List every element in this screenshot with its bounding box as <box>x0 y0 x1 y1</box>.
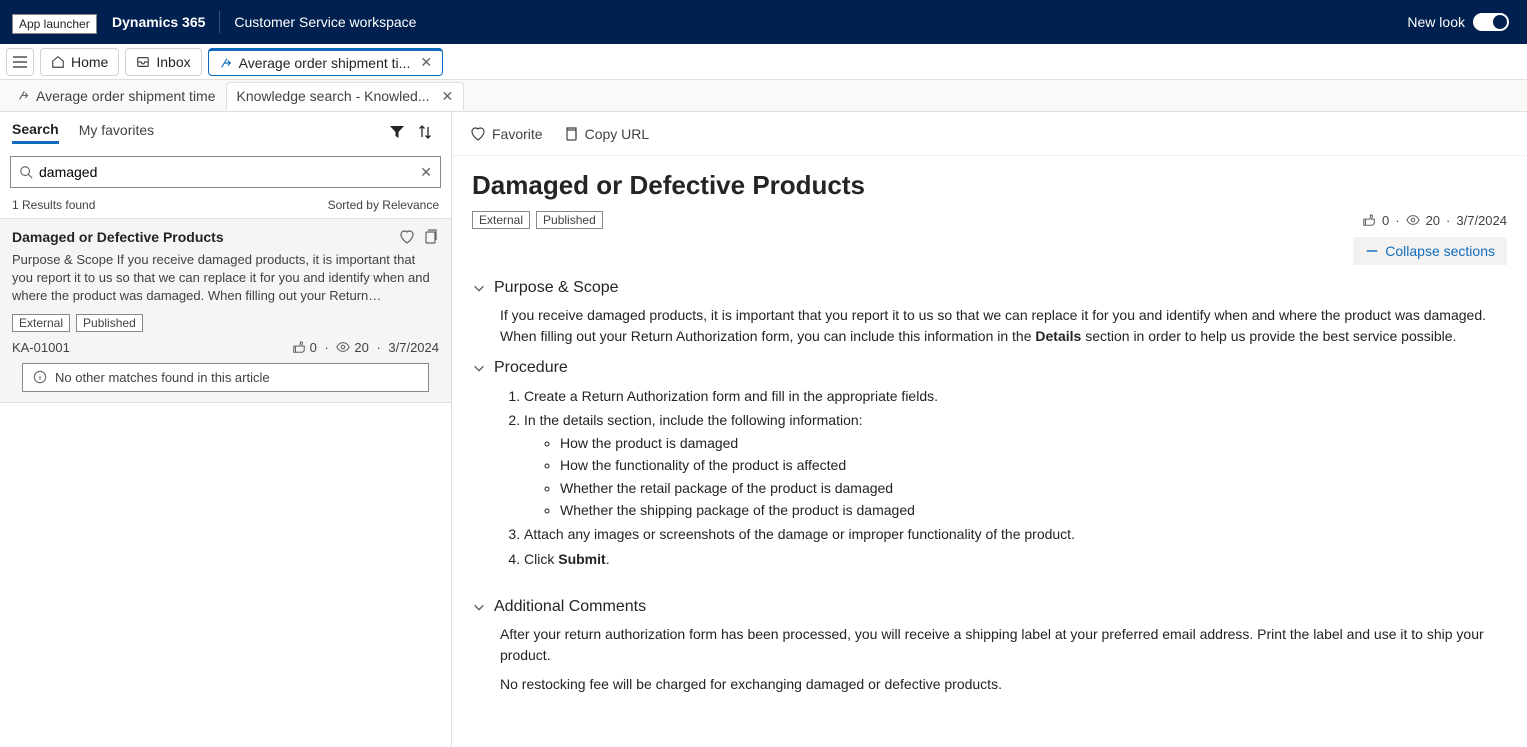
subtab-knowledge[interactable]: Knowledge search - Knowled... ✕ <box>226 82 465 110</box>
thumbs-up-icon <box>1362 213 1376 227</box>
app-launcher-tooltip: App launcher <box>12 14 97 34</box>
procedure-steps: Create a Return Authorization form and f… <box>524 385 1507 570</box>
subtab-close-button[interactable]: ✕ <box>442 88 454 105</box>
list-item: Create a Return Authorization form and f… <box>524 385 1507 407</box>
section-procedure: Procedure Create a Return Authorization … <box>472 359 1507 570</box>
copy-url-button[interactable]: Copy URL <box>563 126 650 142</box>
list-item: In the details section, include the foll… <box>524 409 1507 521</box>
section-additional: Additional Comments After your return au… <box>472 598 1507 695</box>
clear-search-button[interactable]: ✕ <box>420 164 432 181</box>
article-pane: Favorite Copy URL Damaged or Defective P… <box>452 112 1527 747</box>
hamburger-icon <box>13 56 27 68</box>
tab-case-label: Average order shipment ti... <box>239 55 411 71</box>
popout-icon[interactable] <box>423 229 439 245</box>
tab-close-button[interactable]: ✕ <box>420 54 432 71</box>
tab-home[interactable]: Home <box>40 48 119 76</box>
favorites-tab[interactable]: My favorites <box>79 122 154 142</box>
favorite-icon[interactable] <box>399 229 415 245</box>
favorite-button[interactable]: Favorite <box>470 126 543 142</box>
search-tab[interactable]: Search <box>12 121 59 144</box>
list-item: Click Submit. <box>524 548 1507 570</box>
section-additional-toggle[interactable]: Additional Comments <box>472 598 1507 616</box>
eye-icon <box>1406 213 1420 227</box>
inbox-icon <box>136 55 150 69</box>
tab-inbox[interactable]: Inbox <box>125 48 201 76</box>
list-item: Whether the shipping package of the prod… <box>560 499 1507 521</box>
result-title: Damaged or Defective Products <box>12 229 399 245</box>
workspace-label: Customer Service workspace <box>234 14 416 30</box>
section-purpose: Purpose & Scope If you receive damaged p… <box>472 279 1507 347</box>
subtab-knowledge-label: Knowledge search - Knowled... <box>237 88 430 104</box>
new-look-label: New look <box>1407 14 1465 30</box>
search-panel-tabs: Search My favorites <box>0 112 451 152</box>
search-box: ✕ <box>10 156 441 188</box>
info-icon <box>33 370 47 384</box>
home-icon <box>51 55 65 69</box>
result-snippet: Purpose & Scope If you receive damaged p… <box>12 251 439 306</box>
sort-icon <box>417 124 433 140</box>
result-id: KA-01001 <box>12 340 292 355</box>
filter-button[interactable] <box>383 118 411 146</box>
article-title: Damaged or Defective Products <box>472 170 1507 201</box>
no-other-matches: No other matches found in this article <box>22 363 429 392</box>
tab-case-active[interactable]: Average order shipment ti... ✕ <box>208 48 443 76</box>
header-divider <box>219 11 220 33</box>
section-purpose-heading: Purpose & Scope <box>494 279 619 297</box>
section-procedure-toggle[interactable]: Procedure <box>472 359 1507 377</box>
knowledge-search-panel: Search My favorites ✕ 1 Results found So… <box>0 112 452 747</box>
section-additional-p1: After your return authorization form has… <box>500 624 1507 666</box>
brand-label: Dynamics 365 <box>112 14 205 30</box>
thumbs-up-icon <box>292 340 306 354</box>
results-meta: 1 Results found Sorted by Relevance <box>0 192 451 218</box>
list-item: Whether the retail package of the produc… <box>560 477 1507 499</box>
global-header: App launcher Dynamics 365 Customer Servi… <box>0 0 1527 44</box>
article-stats: 0 · 20 · 3/7/2024 <box>1362 213 1507 228</box>
results-count: 1 Results found <box>12 198 95 212</box>
section-additional-p2: No restocking fee will be charged for ex… <box>500 674 1507 695</box>
copy-icon <box>563 126 579 142</box>
article-badge-published: Published <box>536 211 603 229</box>
search-input[interactable] <box>39 164 420 180</box>
subtab-case[interactable]: Average order shipment time <box>6 82 226 110</box>
collapse-sections-button[interactable]: Collapse sections <box>1353 237 1507 265</box>
tab-home-label: Home <box>71 54 108 70</box>
list-item: Attach any images or screenshots of the … <box>524 523 1507 545</box>
result-stats: 0 · 20 · 3/7/2024 <box>292 340 439 355</box>
new-look-toggle[interactable] <box>1473 13 1509 31</box>
search-icon <box>19 165 33 179</box>
eye-icon <box>336 340 350 354</box>
heart-icon <box>470 126 486 142</box>
session-tabs: Home Inbox Average order shipment ti... … <box>0 44 1527 80</box>
article-badge-external: External <box>472 211 530 229</box>
hamburger-button[interactable] <box>6 48 34 76</box>
case-icon <box>219 56 233 70</box>
result-card[interactable]: Damaged or Defective Products Purpose & … <box>0 218 451 403</box>
badge-published: Published <box>76 314 143 332</box>
list-item: How the product is damaged <box>560 432 1507 454</box>
sort-label: Sorted by Relevance <box>328 198 439 212</box>
article-actions: Favorite Copy URL <box>452 112 1527 156</box>
section-purpose-toggle[interactable]: Purpose & Scope <box>472 279 1507 297</box>
sort-button[interactable] <box>411 118 439 146</box>
section-procedure-heading: Procedure <box>494 359 568 377</box>
case-icon <box>16 89 30 103</box>
chevron-down-icon <box>472 281 486 295</box>
subtab-case-label: Average order shipment time <box>36 88 216 104</box>
list-item: How the functionality of the product is … <box>560 454 1507 476</box>
chevron-down-icon <box>472 361 486 375</box>
badge-external: External <box>12 314 70 332</box>
new-look-toggle-group: New look <box>1407 13 1509 31</box>
section-additional-heading: Additional Comments <box>494 598 646 616</box>
sub-tabs: Average order shipment time Knowledge se… <box>0 80 1527 112</box>
filter-icon <box>389 124 405 140</box>
tab-inbox-label: Inbox <box>156 54 190 70</box>
collapse-icon <box>1365 244 1379 258</box>
chevron-down-icon <box>472 600 486 614</box>
section-purpose-body: If you receive damaged products, it is i… <box>500 305 1507 347</box>
